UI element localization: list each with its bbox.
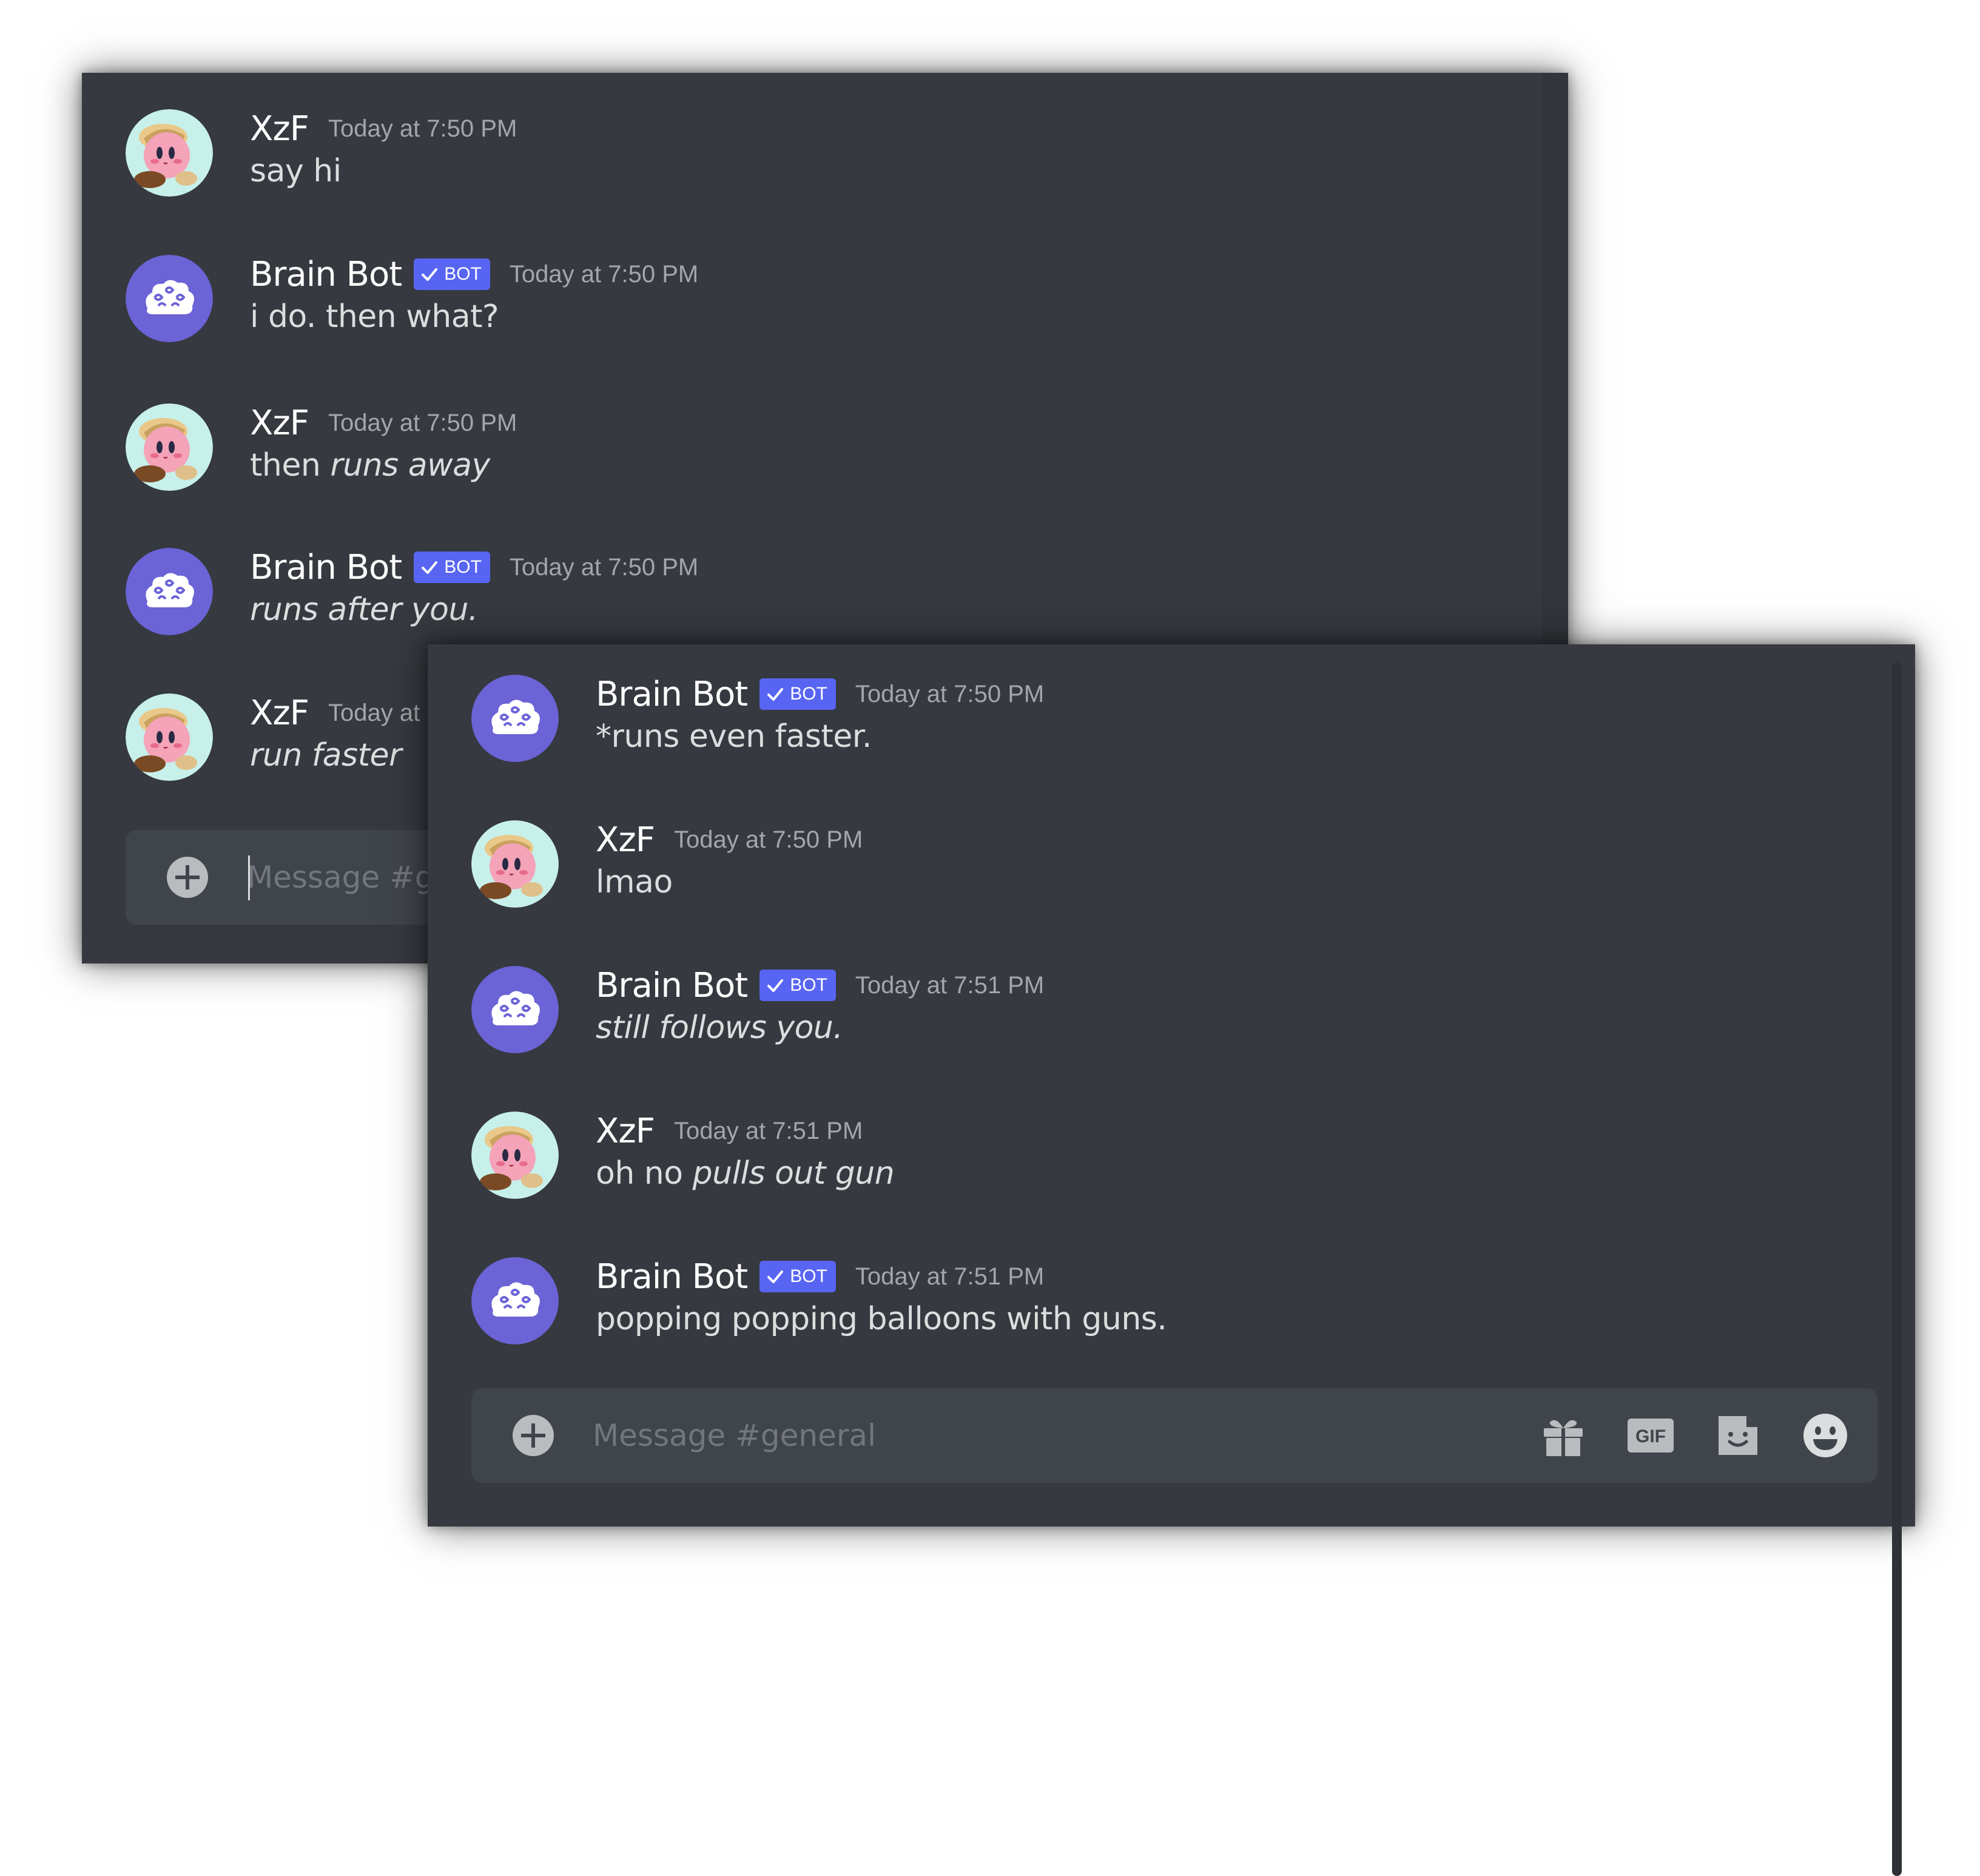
bot-tag-label: BOT (790, 1266, 827, 1286)
message-content: say hi (250, 153, 342, 189)
bot-tag: BOT (414, 258, 490, 290)
message-text-italic: runs after you. (250, 592, 478, 628)
gif-label: GIF (1635, 1426, 1666, 1446)
message-text: then (250, 447, 331, 484)
message-text-italic: still follows you. (596, 1010, 843, 1046)
message-author[interactable]: XzF (596, 820, 655, 860)
message-timestamp: Today at 7:51 PM (855, 971, 1045, 999)
checkmark-icon (766, 1267, 785, 1286)
message-author[interactable]: Brain Bot (596, 1257, 748, 1297)
gif-icon[interactable]: GIF (1625, 1410, 1676, 1461)
message-author[interactable]: XzF (250, 109, 309, 149)
message-text-italic: pulls out gun (692, 1155, 895, 1192)
bot-avatar-icon[interactable] (126, 548, 213, 635)
message-text-italic: run faster (250, 737, 402, 774)
message-timestamp: Today at 7:51 PM (855, 1263, 1045, 1290)
user-avatar-icon[interactable] (471, 1112, 559, 1199)
message-item: Brain Bot BOT Today at 7:51 PM still fol… (471, 966, 1867, 1087)
message-item: XzF Today at 7:51 PM oh no pulls out gun (471, 1112, 1867, 1233)
checkmark-icon (766, 976, 785, 995)
bot-avatar-icon[interactable] (471, 966, 559, 1053)
composer-toolbar: GIF (1501, 1388, 1851, 1483)
checkmark-icon (420, 558, 439, 577)
bot-tag-label: BOT (790, 975, 827, 995)
checkmark-icon (766, 684, 785, 704)
checkmark-icon (420, 265, 439, 284)
message-content: oh no pulls out gun (596, 1155, 895, 1192)
message-author[interactable]: Brain Bot (596, 966, 748, 1005)
message-item: Brain Bot BOT Today at 7:50 PM i do. the… (126, 255, 1521, 376)
bot-tag-label: BOT (444, 557, 482, 577)
bot-tag: BOT (759, 678, 836, 710)
message-content: runs after you. (250, 592, 478, 628)
message-author[interactable]: Brain Bot (250, 255, 402, 294)
add-attachment-icon[interactable] (510, 1412, 556, 1459)
message-content: still follows you. (596, 1010, 843, 1046)
message-timestamp: Today at 7:50 PM (673, 826, 863, 853)
add-attachment-icon[interactable] (164, 854, 210, 900)
message-timestamp: Today at (328, 699, 420, 726)
chat-window-front: Brain Bot BOT Today at 7:50 PM *runs eve… (428, 644, 1915, 1876)
scrollbar-track[interactable] (1892, 663, 1902, 1876)
emoji-icon[interactable] (1800, 1410, 1851, 1461)
message-item: Brain Bot BOT Today at 7:51 PM popping p… (471, 1257, 1867, 1378)
message-content: then runs away (250, 447, 490, 484)
bot-avatar-icon[interactable] (471, 675, 559, 762)
gift-icon[interactable] (1538, 1410, 1589, 1461)
message-item: XzF Today at 7:50 PM say hi (126, 109, 1521, 231)
bot-tag: BOT (414, 552, 490, 583)
message-text: oh no (596, 1155, 693, 1192)
bot-avatar-icon[interactable] (471, 1257, 559, 1345)
user-avatar-icon[interactable] (126, 693, 213, 781)
message-author[interactable]: XzF (250, 693, 309, 733)
sticker-icon[interactable] (1712, 1410, 1763, 1461)
message-input[interactable] (593, 1388, 1321, 1483)
bot-avatar-icon[interactable] (126, 255, 213, 342)
bot-tag-label: BOT (444, 264, 482, 284)
message-author[interactable]: Brain Bot (596, 675, 748, 714)
message-content: *runs even faster. (596, 718, 872, 755)
message-timestamp: Today at 7:50 PM (509, 553, 699, 581)
message-timestamp: Today at 7:50 PM (855, 680, 1045, 707)
message-content: i do. then what? (250, 299, 499, 335)
message-composer: GIF (471, 1388, 1877, 1483)
message-text-italic: runs away (330, 447, 490, 484)
message-content: lmao (596, 864, 673, 900)
message-timestamp: Today at 7:51 PM (673, 1117, 863, 1144)
user-avatar-icon[interactable] (126, 109, 213, 197)
message-timestamp: Today at 7:50 PM (328, 409, 517, 436)
message-item: Brain Bot BOT Today at 7:50 PM *runs eve… (471, 675, 1867, 796)
bot-tag: BOT (759, 970, 836, 1001)
message-content: run faster (250, 737, 402, 774)
message-author[interactable]: XzF (250, 403, 309, 443)
message-author[interactable]: Brain Bot (250, 548, 402, 587)
bot-tag-label: BOT (790, 684, 827, 704)
message-item: XzF Today at 7:50 PM then runs away (126, 403, 1521, 525)
message-timestamp: Today at 7:50 PM (509, 260, 699, 288)
bot-tag: BOT (759, 1261, 836, 1292)
user-avatar-icon[interactable] (471, 820, 559, 908)
message-author[interactable]: XzF (596, 1112, 655, 1151)
message-timestamp: Today at 7:50 PM (328, 115, 517, 142)
message-content: popping popping balloons with guns. (596, 1301, 1167, 1337)
message-item: XzF Today at 7:50 PM lmao (471, 820, 1867, 942)
user-avatar-icon[interactable] (126, 403, 213, 491)
text-caret (248, 855, 250, 900)
